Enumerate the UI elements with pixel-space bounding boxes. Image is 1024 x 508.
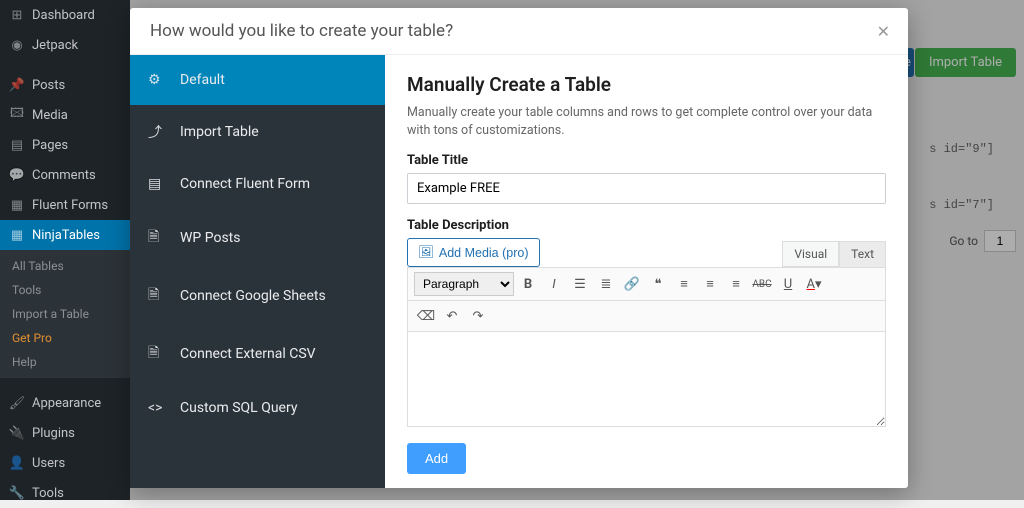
- editor-content[interactable]: [407, 332, 886, 427]
- menu-media[interactable]: 🖾Media: [0, 100, 130, 130]
- upload-icon: ⤴: [148, 122, 168, 142]
- align-center-icon[interactable]: ≡: [698, 272, 722, 296]
- table-description-label: Table Description: [407, 218, 886, 233]
- redo-icon[interactable]: ↷: [466, 304, 490, 328]
- modal-title: How would you like to create your table?: [150, 21, 453, 41]
- media-icon: 🖾: [8, 106, 26, 124]
- user-icon: 👤: [8, 454, 26, 472]
- doc-icon: 🗎: [148, 226, 168, 250]
- panel-heading: Manually Create a Table: [407, 73, 886, 96]
- table-icon: ▦: [8, 226, 26, 244]
- submenu-get-pro[interactable]: Get Pro: [0, 326, 130, 350]
- jetpack-icon: ◉: [8, 36, 26, 54]
- pin-icon: 📌: [8, 76, 26, 94]
- menu-ninjatables[interactable]: ▦NinjaTables: [0, 220, 130, 250]
- close-icon[interactable]: ✕: [877, 22, 890, 41]
- editor-toolbar-row2: ⌫ ↶ ↷: [407, 301, 886, 332]
- wrench-icon: 🔧: [8, 484, 26, 502]
- clear-format-icon[interactable]: ⌫: [414, 304, 438, 328]
- plug-icon: 🔌: [8, 424, 26, 442]
- tab-text[interactable]: Text: [839, 241, 886, 267]
- modal-main-panel: Manually Create a Table Manually create …: [385, 55, 908, 488]
- wp-admin-sidebar: ⊞Dashboard ◉Jetpack 📌Posts 🖾Media ▤Pages…: [0, 0, 130, 500]
- form-icon: ▤: [148, 176, 168, 192]
- code-icon: <>: [148, 400, 168, 416]
- strikethrough-icon[interactable]: ABC: [750, 272, 774, 296]
- italic-icon[interactable]: I: [542, 272, 566, 296]
- submenu-tools[interactable]: Tools: [0, 278, 130, 302]
- bold-icon[interactable]: B: [516, 272, 540, 296]
- bullet-list-icon[interactable]: ☰: [568, 272, 592, 296]
- menu-users[interactable]: 👤Users: [0, 448, 130, 478]
- align-right-icon[interactable]: ≡: [724, 272, 748, 296]
- add-button[interactable]: Add: [407, 443, 466, 474]
- submenu-help[interactable]: Help: [0, 350, 130, 374]
- link-icon[interactable]: 🔗: [620, 272, 644, 296]
- menu-jetpack[interactable]: ◉Jetpack: [0, 30, 130, 60]
- blockquote-icon[interactable]: ❝: [646, 272, 670, 296]
- gear-icon: ⚙: [148, 72, 168, 88]
- brush-icon: 🖌: [8, 394, 26, 412]
- file-icon: 🗎: [148, 342, 168, 366]
- align-left-icon[interactable]: ≡: [672, 272, 696, 296]
- underline-icon[interactable]: U: [776, 272, 800, 296]
- add-media-button[interactable]: 🖼Add Media (pro): [407, 238, 540, 267]
- menu-dashboard[interactable]: ⊞Dashboard: [0, 0, 130, 30]
- submenu-all-tables[interactable]: All Tables: [0, 254, 130, 278]
- text-color-icon[interactable]: A ▾: [802, 272, 826, 296]
- option-wp-posts[interactable]: 🗎WP Posts: [130, 209, 385, 267]
- page-icon: ▤: [8, 136, 26, 154]
- option-custom-sql[interactable]: <>Custom SQL Query: [130, 383, 385, 433]
- comment-icon: 💬: [8, 166, 26, 184]
- modal-header: How would you like to create your table?…: [130, 8, 908, 55]
- dashboard-icon: ⊞: [8, 6, 26, 24]
- undo-icon[interactable]: ↶: [440, 304, 464, 328]
- option-default[interactable]: ⚙Default: [130, 55, 385, 105]
- media-icon: 🖼: [418, 245, 434, 260]
- menu-fluent-forms[interactable]: ▦Fluent Forms: [0, 190, 130, 220]
- tab-visual[interactable]: Visual: [782, 241, 839, 267]
- menu-comments[interactable]: 💬Comments: [0, 160, 130, 190]
- create-table-modal: How would you like to create your table?…: [130, 8, 908, 488]
- editor-toolbar: Paragraph B I ☰ ≣ 🔗 ❝ ≡ ≡ ≡ ABC U A ▾: [407, 267, 886, 301]
- option-google-sheets[interactable]: 🗎Connect Google Sheets: [130, 267, 385, 325]
- form-icon: ▦: [8, 196, 26, 214]
- option-fluent-form[interactable]: ▤Connect Fluent Form: [130, 159, 385, 209]
- menu-plugins[interactable]: 🔌Plugins: [0, 418, 130, 448]
- panel-description: Manually create your table columns and r…: [407, 104, 886, 139]
- format-select[interactable]: Paragraph: [414, 272, 514, 296]
- sheet-icon: 🗎: [148, 284, 168, 308]
- table-title-label: Table Title: [407, 153, 886, 168]
- option-import-table[interactable]: ⤴Import Table: [130, 105, 385, 159]
- menu-tools[interactable]: 🔧Tools: [0, 478, 130, 508]
- menu-posts[interactable]: 📌Posts: [0, 70, 130, 100]
- ninjatables-submenu: All Tables Tools Import a Table Get Pro …: [0, 250, 130, 378]
- menu-appearance[interactable]: 🖌Appearance: [0, 388, 130, 418]
- numbered-list-icon[interactable]: ≣: [594, 272, 618, 296]
- menu-pages[interactable]: ▤Pages: [0, 130, 130, 160]
- modal-sidebar: ⚙Default ⤴Import Table ▤Connect Fluent F…: [130, 55, 385, 488]
- option-external-csv[interactable]: 🗎Connect External CSV: [130, 325, 385, 383]
- submenu-import[interactable]: Import a Table: [0, 302, 130, 326]
- table-title-input[interactable]: [407, 173, 886, 204]
